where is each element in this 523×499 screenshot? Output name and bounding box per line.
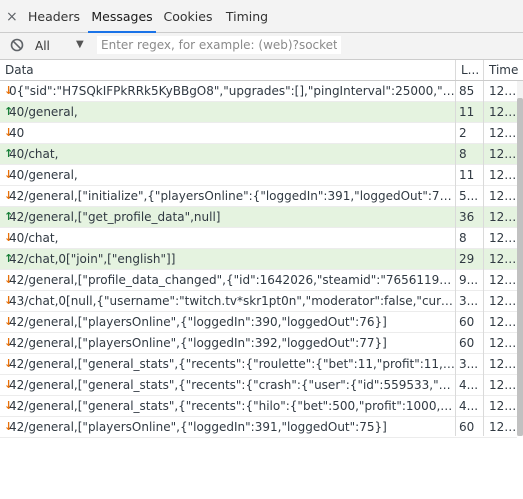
message-time: 12:... [489, 210, 517, 224]
message-length: 8 [459, 231, 467, 245]
message-time: 12:... [489, 84, 517, 98]
message-length: 85 [459, 84, 475, 98]
tab-timing[interactable]: Timing [222, 0, 272, 32]
message-row[interactable]: ↑ 42/general,["get_profile_data",null] 36 1… [0, 207, 517, 228]
message-time: 12:... [489, 378, 517, 392]
message-data: 40/chat, [9, 231, 59, 245]
message-time: 12:... [489, 315, 517, 329]
message-time: 12:... [489, 399, 517, 413]
message-data: 40 [9, 126, 25, 140]
message-time: 12:... [489, 252, 517, 266]
close-icon[interactable]: × [6, 0, 18, 32]
message-row[interactable]: ↑ 42/chat,0["join",["english"]] 29 12:... [0, 249, 517, 270]
message-time: 12:... [489, 420, 517, 434]
message-type-filter[interactable]: All [35, 39, 50, 53]
message-time: 12:... [489, 105, 517, 119]
column-header: Data L... Time [0, 60, 523, 81]
regex-filter-input[interactable] [97, 36, 341, 54]
message-data: 42/general,["general_stats",{"recents":{… [9, 399, 455, 413]
tab-messages[interactable]: Messages [88, 0, 156, 33]
message-data: 0{"sid":"H7SQkIFPkRRk5KyBBgO8","upgrades… [9, 84, 455, 98]
message-row[interactable]: ↓ 42/general,["playersOnline",{"loggedIn"… [0, 417, 517, 438]
message-row[interactable]: ↓ 42/general,["playersOnline",{"loggedIn"… [0, 312, 517, 333]
message-time: 12:... [489, 126, 517, 140]
message-length: 4... [459, 378, 479, 392]
message-data: 40/general, [9, 105, 78, 119]
message-data: 42/general,["get_profile_data",null] [9, 210, 221, 224]
message-time: 12:... [489, 231, 517, 245]
tab-bar: × Headers Messages Cookies Timing [0, 0, 523, 33]
message-row[interactable]: ↓ 40/general, 11 12:... [0, 165, 517, 186]
column-divider [455, 81, 456, 436]
message-length: 11 [459, 105, 475, 119]
message-time: 12:... [489, 168, 517, 182]
message-row[interactable]: ↓ 43/chat,0[null,{"username":"twitch.tv*s… [0, 291, 517, 312]
message-row[interactable]: ↓ 42/general,["initialize",{"playersOnlin… [0, 186, 517, 207]
message-time: 12:... [489, 336, 517, 350]
message-length: 3... [459, 357, 479, 371]
column-header-length[interactable]: L... [461, 60, 479, 80]
message-data: 42/general,["general_stats",{"recents":{… [9, 378, 455, 392]
dropdown-arrow-icon[interactable]: ▼ [76, 39, 84, 50]
column-divider[interactable] [455, 60, 456, 80]
column-header-time[interactable]: Time [489, 60, 518, 80]
message-time: 12:... [489, 294, 517, 308]
message-data: 42/general,["playersOnline",{"loggedIn":… [9, 336, 387, 350]
message-length: 60 [459, 420, 475, 434]
message-data: 42/general,["general_stats",{"recents":{… [9, 357, 455, 371]
message-length: 60 [459, 315, 475, 329]
message-row[interactable]: ↓ 40 2 12:... [0, 123, 517, 144]
message-length: 60 [459, 336, 475, 350]
column-divider[interactable] [483, 60, 484, 80]
tab-cookies[interactable]: Cookies [162, 0, 214, 32]
message-time: 12:... [489, 357, 517, 371]
message-row[interactable]: ↓ 42/general,["general_stats",{"recents":… [0, 375, 517, 396]
message-length: 36 [459, 210, 475, 224]
message-time: 12:... [489, 147, 517, 161]
message-data: 40/general, [9, 168, 78, 182]
message-length: 4... [459, 399, 479, 413]
message-length: 11 [459, 168, 475, 182]
clear-messages-icon[interactable] [10, 38, 24, 52]
column-divider [483, 81, 484, 436]
message-length: 3... [459, 294, 479, 308]
messages-list: ↓ 0{"sid":"H7SQkIFPkRRk5KyBBgO8","upgrade… [0, 81, 517, 438]
message-row[interactable]: ↓ 40/chat, 8 12:... [0, 228, 517, 249]
message-length: 9... [459, 273, 479, 287]
message-length: 5... [459, 189, 479, 203]
message-row[interactable]: ↑ 40/general, 11 12:... [0, 102, 517, 123]
message-length: 2 [459, 126, 467, 140]
column-header-data[interactable]: Data [5, 60, 34, 80]
scrollbar-thumb[interactable] [517, 98, 523, 436]
message-time: 12:... [489, 273, 517, 287]
tab-headers[interactable]: Headers [26, 0, 82, 32]
message-data: 40/chat, [9, 147, 59, 161]
message-data: 42/general,["playersOnline",{"loggedIn":… [9, 420, 387, 434]
message-row[interactable]: ↓ 42/general,["general_stats",{"recents":… [0, 396, 517, 417]
filter-bar: All ▼ [0, 33, 523, 60]
message-row[interactable]: ↓ 42/general,["general_stats",{"recents":… [0, 354, 517, 375]
message-row[interactable]: ↓ 42/general,["profile_data_changed",{"id… [0, 270, 517, 291]
message-data: 42/chat,0["join",["english"]] [9, 252, 176, 266]
message-data: 42/general,["initialize",{"playersOnline… [9, 189, 455, 203]
message-data: 43/chat,0[null,{"username":"twitch.tv*sk… [9, 294, 455, 308]
message-row[interactable]: ↓ 42/general,["playersOnline",{"loggedIn"… [0, 333, 517, 354]
message-row[interactable]: ↑ 40/chat, 8 12:... [0, 144, 517, 165]
message-data: 42/general,["playersOnline",{"loggedIn":… [9, 315, 387, 329]
message-length: 8 [459, 147, 467, 161]
message-time: 12:... [489, 189, 517, 203]
message-data: 42/general,["profile_data_changed",{"id"… [9, 273, 455, 287]
message-row[interactable]: ↓ 0{"sid":"H7SQkIFPkRRk5KyBBgO8","upgrade… [0, 81, 517, 102]
message-length: 29 [459, 252, 475, 266]
